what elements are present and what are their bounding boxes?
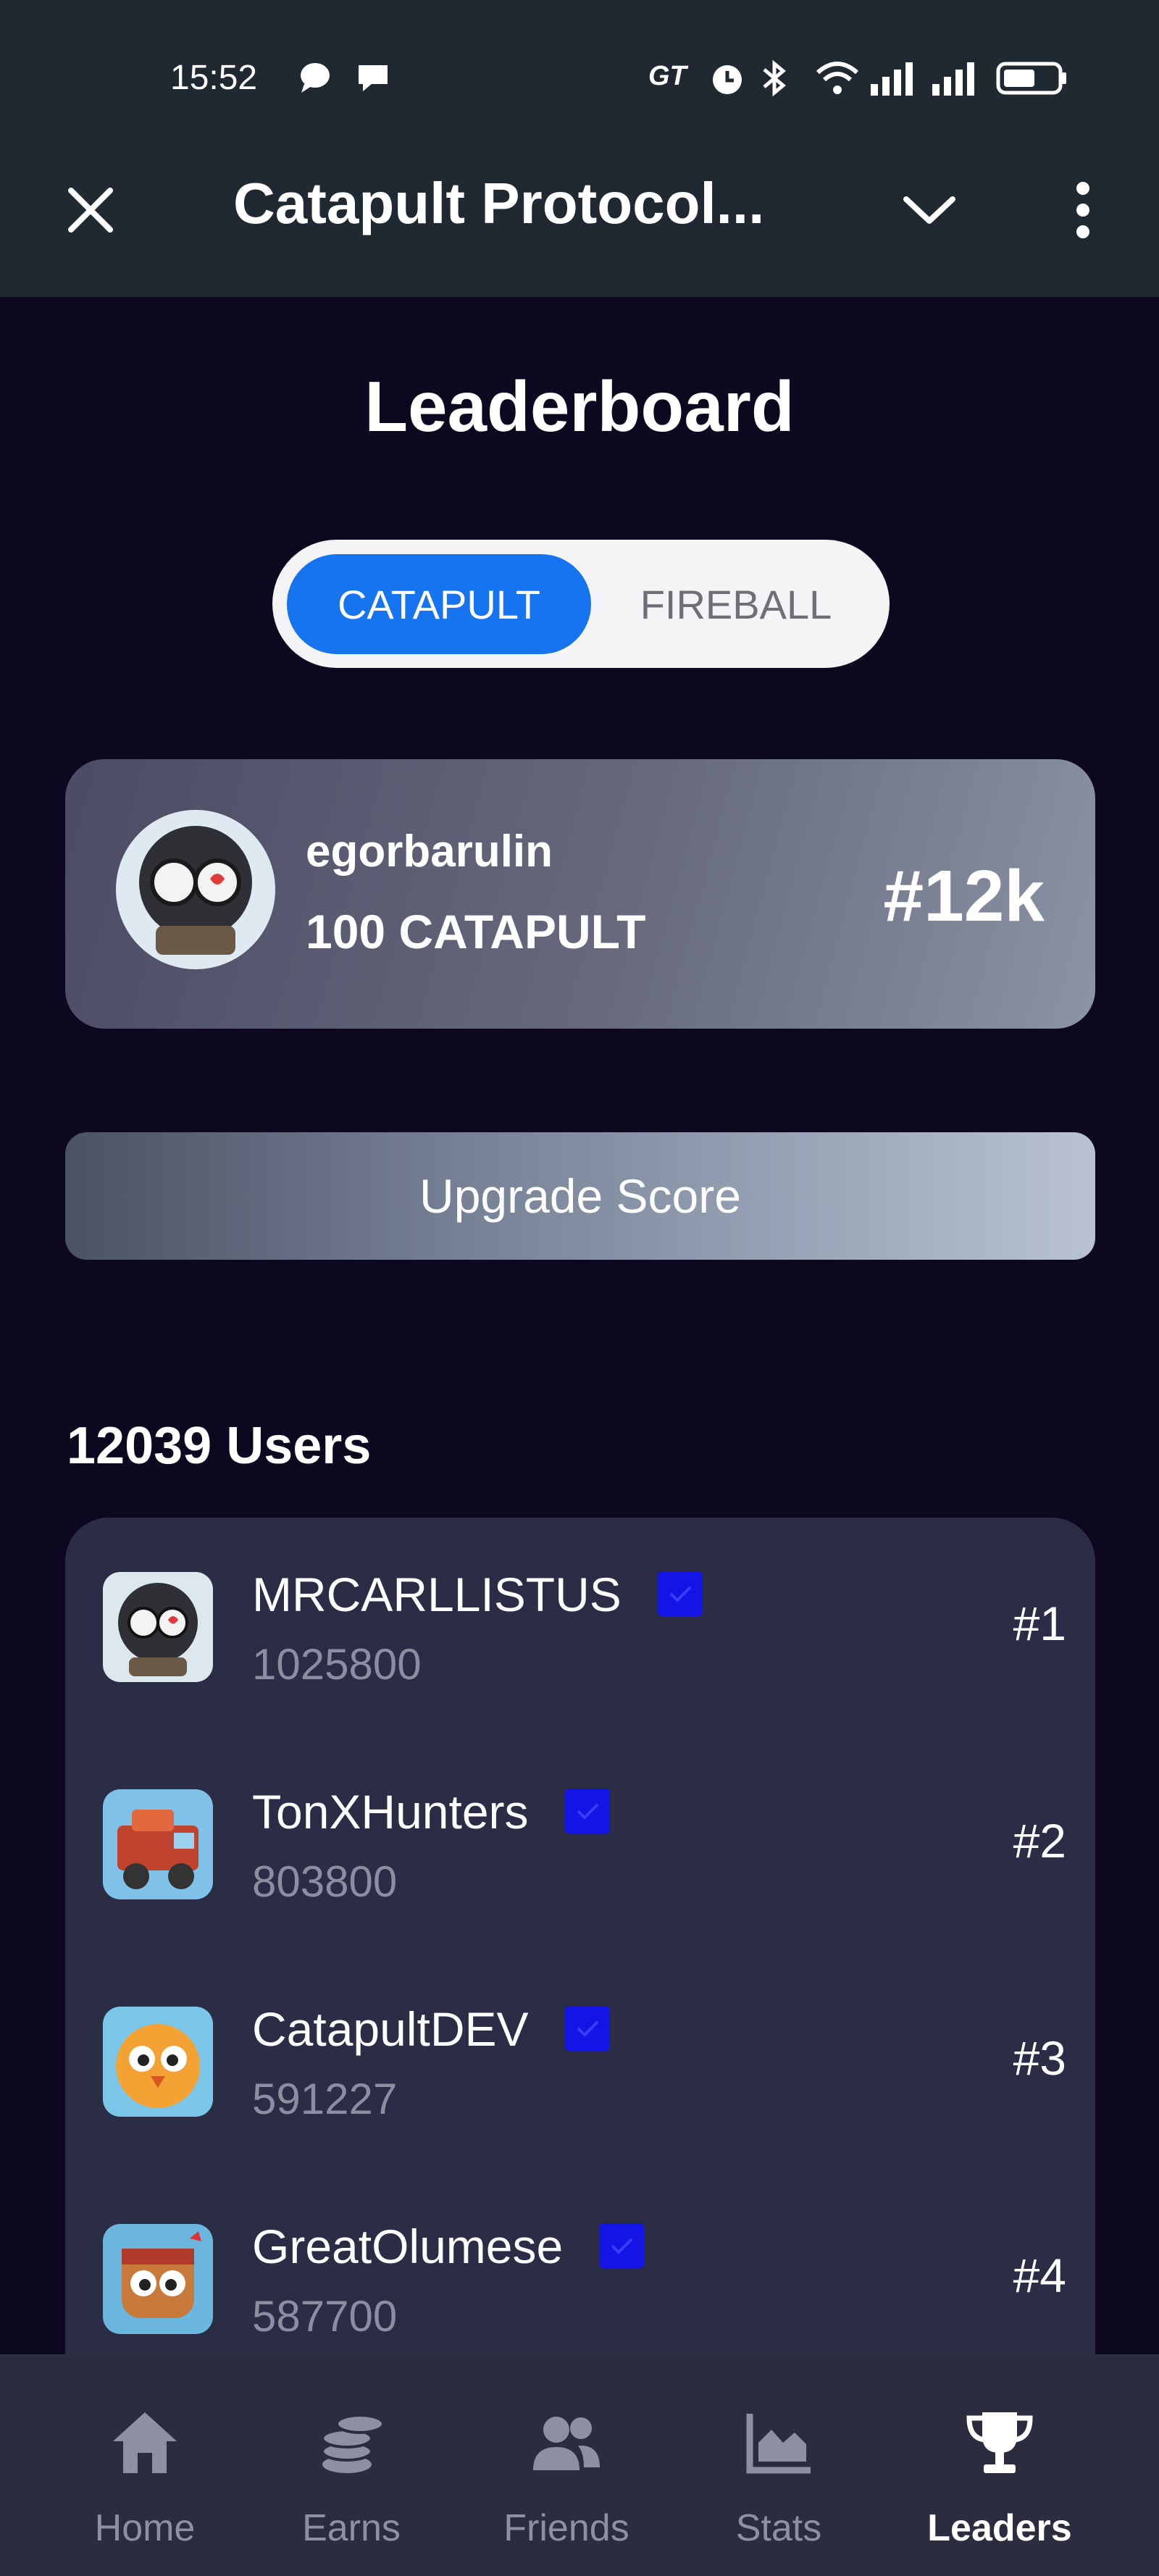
more-options-button[interactable] [1043,170,1123,250]
my-username: egorbarulin [306,827,553,877]
leader-rank: #4 [1013,2249,1066,2302]
avatar [116,810,275,969]
nav-label: Stats [735,2507,822,2549]
leaderboard-list: MRCARLLISTUS 1025800 #1 TonXHunters 8038… [65,1518,1095,2387]
status-time: 15:52 [170,59,258,97]
status-bar: 15:52 GT [0,0,1159,149]
nav-label: Friends [503,2507,629,2549]
leader-name: TonXHunters [252,1784,610,1839]
avatar [103,2007,213,2117]
nav-leaders[interactable]: Leaders [884,2354,1116,2576]
trophy-icon [966,2412,1033,2473]
nav-label: Earns [302,2507,401,2549]
bottom-nav: Home Earns Friends Stats Leaders [0,2354,1159,2576]
my-score: 100 CATAPULT [306,905,646,958]
close-icon [68,188,113,233]
leader-row[interactable]: CatapultDEV 591227 #3 [65,1952,1095,2170]
nav-friends[interactable]: Friends [451,2354,682,2576]
leader-score: 587700 [252,2292,398,2341]
nav-home[interactable]: Home [29,2354,261,2576]
signal-icon-1 [869,59,917,101]
users-count: 12039 Users [67,1417,372,1475]
nav-earns[interactable]: Earns [235,2354,467,2576]
battery-icon [996,59,1068,101]
leader-rank: #1 [1013,1597,1066,1650]
coins-icon [321,2414,385,2473]
leader-score: 803800 [252,1857,398,1906]
tab-fireball[interactable]: FIREBALL [591,554,881,654]
leader-rank: #3 [1013,2031,1066,2085]
verified-check-icon [657,1571,703,1616]
bluetooth-icon [757,59,793,101]
home-icon [113,2412,177,2473]
collapse-button[interactable] [891,174,967,246]
close-button[interactable] [54,174,127,246]
leader-row[interactable]: TonXHunters 803800 #2 [65,1735,1095,1952]
leader-name: CatapultDEV [252,2002,610,2057]
page-title: Leaderboard [364,367,795,446]
nav-label: Leaders [927,2507,1072,2549]
avatar [103,1572,213,1682]
chevron-down-icon [903,196,955,224]
verified-check-icon [564,2006,610,2051]
avatar [103,1789,213,1899]
signal-icon-2 [931,59,979,101]
leader-row[interactable]: MRCARLLISTUS 1025800 #1 [65,1518,1095,1735]
chat-bubble-icon [297,59,333,99]
friends-icon [533,2417,600,2470]
nav-stats[interactable]: Stats [663,2354,895,2576]
verified-check-icon [564,1789,610,1833]
nav-label: Home [94,2507,196,2549]
alarm-icon [708,59,746,101]
leader-name: MRCARLLISTUS [252,1567,703,1622]
leader-score: 1025800 [252,1640,422,1689]
my-rank-card: egorbarulin 100 CATAPULT #12k [65,759,1095,1029]
network-label: GT [648,61,687,91]
leader-score: 591227 [252,2075,398,2123]
avatar [103,2224,213,2334]
verified-check-icon [599,2223,645,2268]
window-title: Catapult Protocol... [233,171,765,235]
leader-rank: #2 [1013,1814,1066,1868]
message-icon [355,59,391,99]
upgrade-score-button[interactable]: Upgrade Score [65,1132,1095,1260]
more-vertical-icon [1076,182,1089,238]
leader-name: GreatOlumese [252,2219,645,2274]
stats-icon [746,2414,811,2474]
tab-catapult[interactable]: CATAPULT [287,554,591,654]
currency-toggle: CATAPULT FIREBALL [272,540,890,668]
wifi-icon [815,59,860,101]
my-rank: #12k [883,856,1045,937]
